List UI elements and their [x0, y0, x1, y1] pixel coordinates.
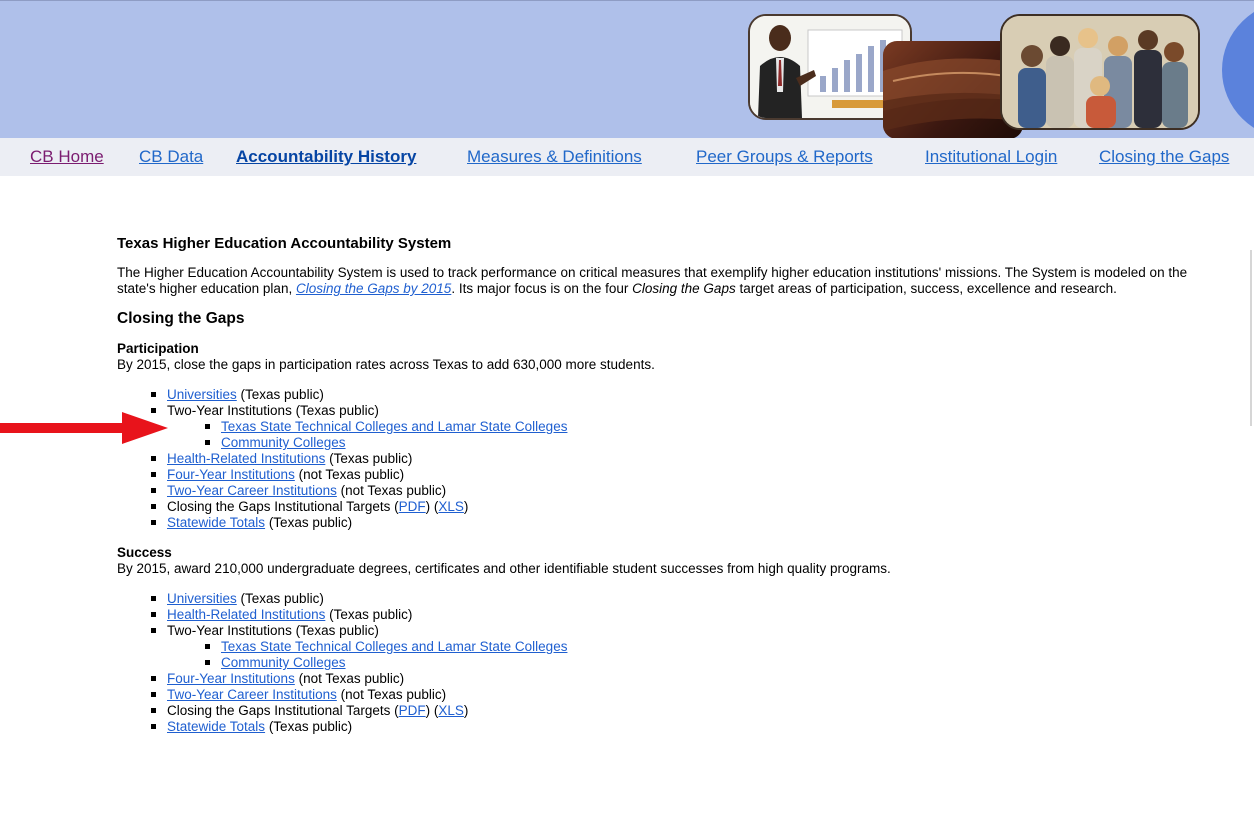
red-arrow-icon [0, 412, 168, 444]
participation-health-link[interactable]: Health-Related Institutions [167, 451, 325, 466]
success-targets-xls-link[interactable]: XLS [438, 703, 464, 718]
nav-institutional-login[interactable]: Institutional Login [925, 147, 1057, 167]
list-item: Health-Related Institutions (Texas publi… [151, 451, 1227, 467]
intro-paragraph: The Higher Education Accountability Syst… [117, 265, 1227, 297]
item-note: (not Texas public) [336, 687, 447, 702]
participation-list: Universities (Texas public) Two-Year Ins… [117, 387, 1227, 531]
success-statewide-link[interactable]: Statewide Totals [167, 719, 265, 734]
list-item: Texas State Technical Colleges and Lamar… [205, 419, 1227, 435]
intro-text-3: target areas of participation, success, … [735, 281, 1117, 296]
list-item: Universities (Texas public) [151, 591, 1227, 607]
banner-arc-decoration [1222, 1, 1254, 138]
students-photo [1000, 14, 1200, 130]
participation-statewide-link[interactable]: Statewide Totals [167, 515, 265, 530]
item-note: (Texas public) [236, 591, 324, 606]
item-note: (Texas public) [325, 451, 413, 466]
list-item: Community Colleges [205, 655, 1227, 671]
participation-description: By 2015, close the gaps in participation… [117, 357, 655, 372]
success-heading: Success [117, 545, 172, 560]
scrollbar-track[interactable] [1250, 250, 1252, 426]
list-item: Closing the Gaps Institutional Targets (… [151, 499, 1227, 515]
participation-tstc-link[interactable]: Texas State Technical Colleges and Lamar… [221, 419, 567, 434]
list-item: Four-Year Institutions (not Texas public… [151, 467, 1227, 483]
list-item: Community Colleges [205, 435, 1227, 451]
item-text: ) ( [425, 499, 439, 514]
participation-career-link[interactable]: Two-Year Career Institutions [167, 483, 337, 498]
success-description: By 2015, award 210,000 undergraduate deg… [117, 561, 891, 576]
item-text: ) [463, 703, 469, 718]
success-health-link[interactable]: Health-Related Institutions [167, 607, 325, 622]
main-nav: CB Home CB Data Accountability History M… [0, 138, 1254, 176]
success-four-year-link[interactable]: Four-Year Institutions [167, 671, 295, 686]
list-item: Four-Year Institutions (not Texas public… [151, 671, 1227, 687]
item-text: ) ( [425, 703, 439, 718]
closing-the-gaps-plan-link[interactable]: Closing the Gaps by 2015 [296, 281, 451, 296]
nav-closing-the-gaps[interactable]: Closing the Gaps [1099, 147, 1229, 167]
main-content: Texas Higher Education Accountability Sy… [117, 236, 1227, 749]
nav-cb-data[interactable]: CB Data [139, 147, 203, 167]
success-career-link[interactable]: Two-Year Career Institutions [167, 687, 337, 702]
item-text: Closing the Gaps Institutional Targets ( [167, 499, 399, 514]
item-note: (Texas public) [325, 607, 413, 622]
participation-four-year-link[interactable]: Four-Year Institutions [167, 467, 295, 482]
item-note: (Texas public) [265, 719, 353, 734]
participation-community-colleges-link[interactable]: Community Colleges [221, 435, 346, 450]
participation-targets-pdf-link[interactable]: PDF [399, 499, 426, 514]
list-item: Health-Related Institutions (Texas publi… [151, 607, 1227, 623]
item-text: ) [463, 499, 469, 514]
nav-peer-groups-reports[interactable]: Peer Groups & Reports [696, 147, 873, 167]
page-title: Texas Higher Education Accountability Sy… [117, 235, 452, 252]
section-subtitle: Closing the Gaps [117, 310, 245, 327]
item-note: (not Texas public) [294, 467, 405, 482]
list-item: Universities (Texas public) [151, 387, 1227, 403]
item-note: (Texas public) [265, 515, 353, 530]
item-text: Two-Year Institutions (Texas public) [167, 623, 379, 638]
item-text: Closing the Gaps Institutional Targets ( [167, 703, 399, 718]
header-banner [0, 0, 1254, 138]
list-item: Statewide Totals (Texas public) [151, 515, 1227, 531]
list-item: Two-Year Institutions (Texas public) Tex… [151, 403, 1227, 451]
success-universities-link[interactable]: Universities [167, 591, 237, 606]
intro-emphasis: Closing the Gaps [632, 281, 736, 296]
nav-cb-home[interactable]: CB Home [30, 147, 104, 167]
participation-heading: Participation [117, 341, 199, 356]
intro-text-2: . Its major focus is on the four [451, 281, 633, 296]
list-item: Two-Year Institutions (Texas public) Tex… [151, 623, 1227, 671]
list-item: Statewide Totals (Texas public) [151, 719, 1227, 735]
item-note: (Texas public) [236, 387, 324, 402]
list-item: Closing the Gaps Institutional Targets (… [151, 703, 1227, 719]
success-tstc-link[interactable]: Texas State Technical Colleges and Lamar… [221, 639, 567, 654]
participation-targets-xls-link[interactable]: XLS [438, 499, 464, 514]
success-community-colleges-link[interactable]: Community Colleges [221, 655, 346, 670]
item-text: Two-Year Institutions (Texas public) [167, 403, 379, 418]
list-item: Two-Year Career Institutions (not Texas … [151, 483, 1227, 499]
participation-universities-link[interactable]: Universities [167, 387, 237, 402]
nav-accountability-history[interactable]: Accountability History [236, 147, 416, 167]
success-list: Universities (Texas public) Health-Relat… [117, 591, 1227, 735]
item-note: (not Texas public) [336, 483, 447, 498]
success-targets-pdf-link[interactable]: PDF [399, 703, 426, 718]
nav-measures-definitions[interactable]: Measures & Definitions [467, 147, 642, 167]
list-item: Two-Year Career Institutions (not Texas … [151, 687, 1227, 703]
item-note: (not Texas public) [294, 671, 405, 686]
list-item: Texas State Technical Colleges and Lamar… [205, 639, 1227, 655]
